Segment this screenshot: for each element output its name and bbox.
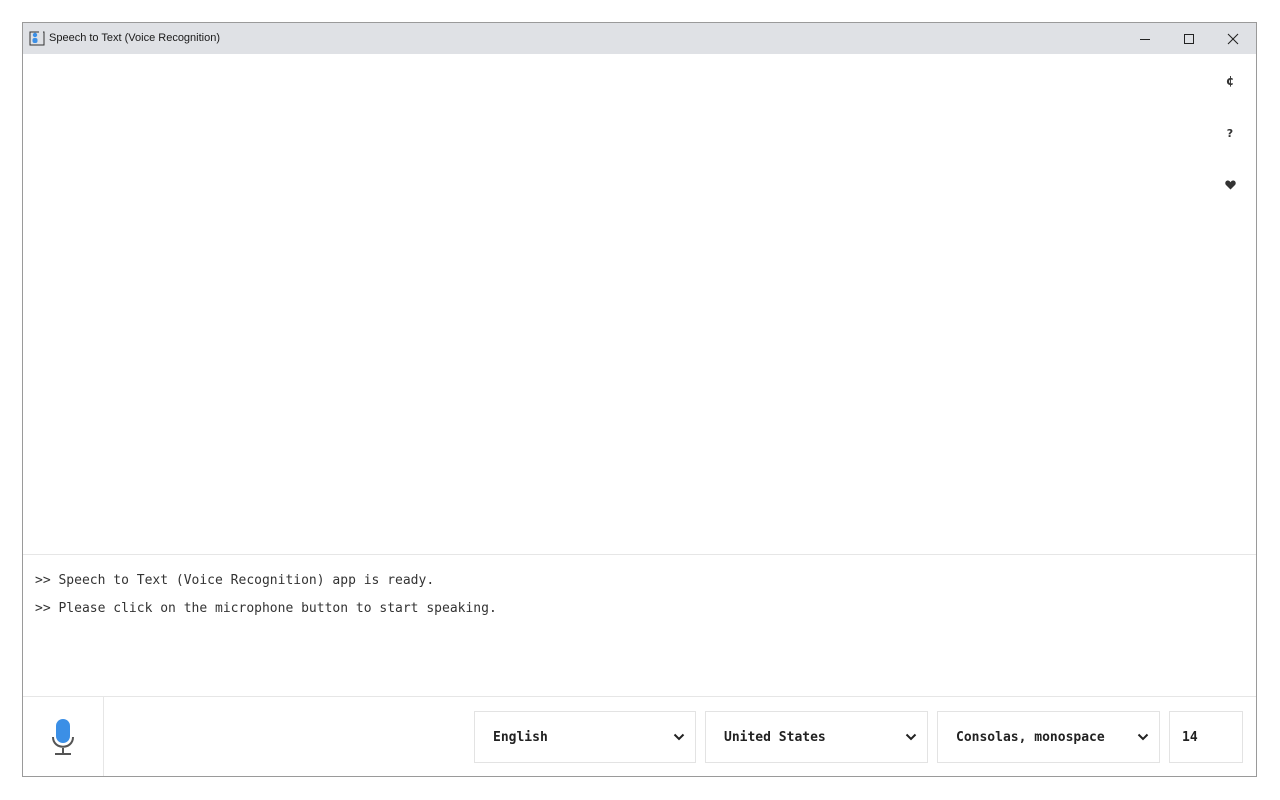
chevron-down-icon (1137, 733, 1149, 741)
maximize-icon (1184, 33, 1194, 44)
close-button[interactable] (1211, 23, 1255, 54)
maximize-button[interactable] (1167, 23, 1211, 54)
bottom-toolbar: English United States Consolas, monospac… (23, 696, 1256, 776)
heart-icon (1224, 180, 1236, 190)
microphone-icon (52, 718, 74, 755)
refresh-button[interactable]: ¢ (1221, 71, 1239, 91)
font-family-value: Consolas, monospace (956, 730, 1105, 745)
font-size-input[interactable] (1169, 711, 1243, 763)
minimize-button[interactable] (1123, 23, 1167, 54)
app-window: Speech to Text (Voice Recognition) ¢ ? >… (22, 22, 1257, 777)
donate-button[interactable] (1221, 175, 1239, 195)
language-value: English (493, 730, 548, 745)
font-family-select[interactable]: Consolas, monospace (937, 711, 1160, 763)
log-line: >> Speech to Text (Voice Recognition) ap… (35, 573, 435, 588)
minimize-icon (1140, 38, 1150, 40)
log-line: >> Please click on the microphone button… (35, 601, 497, 616)
chevron-down-icon (905, 733, 917, 741)
help-icon: ? (1226, 126, 1234, 140)
app-icon (29, 29, 45, 47)
window-title: Speech to Text (Voice Recognition) (49, 32, 221, 44)
country-select[interactable]: United States (705, 711, 928, 763)
transcript-editor[interactable]: ¢ ? (23, 54, 1256, 554)
microphone-button[interactable] (23, 697, 104, 776)
title-bar[interactable]: Speech to Text (Voice Recognition) (23, 23, 1256, 54)
close-icon (1227, 33, 1239, 44)
help-button[interactable]: ? (1221, 123, 1239, 143)
chevron-down-icon (673, 733, 685, 741)
language-select[interactable]: English (474, 711, 696, 763)
refresh-icon: ¢ (1225, 74, 1235, 88)
country-value: United States (724, 730, 826, 745)
status-log: >> Speech to Text (Voice Recognition) ap… (23, 554, 1256, 696)
